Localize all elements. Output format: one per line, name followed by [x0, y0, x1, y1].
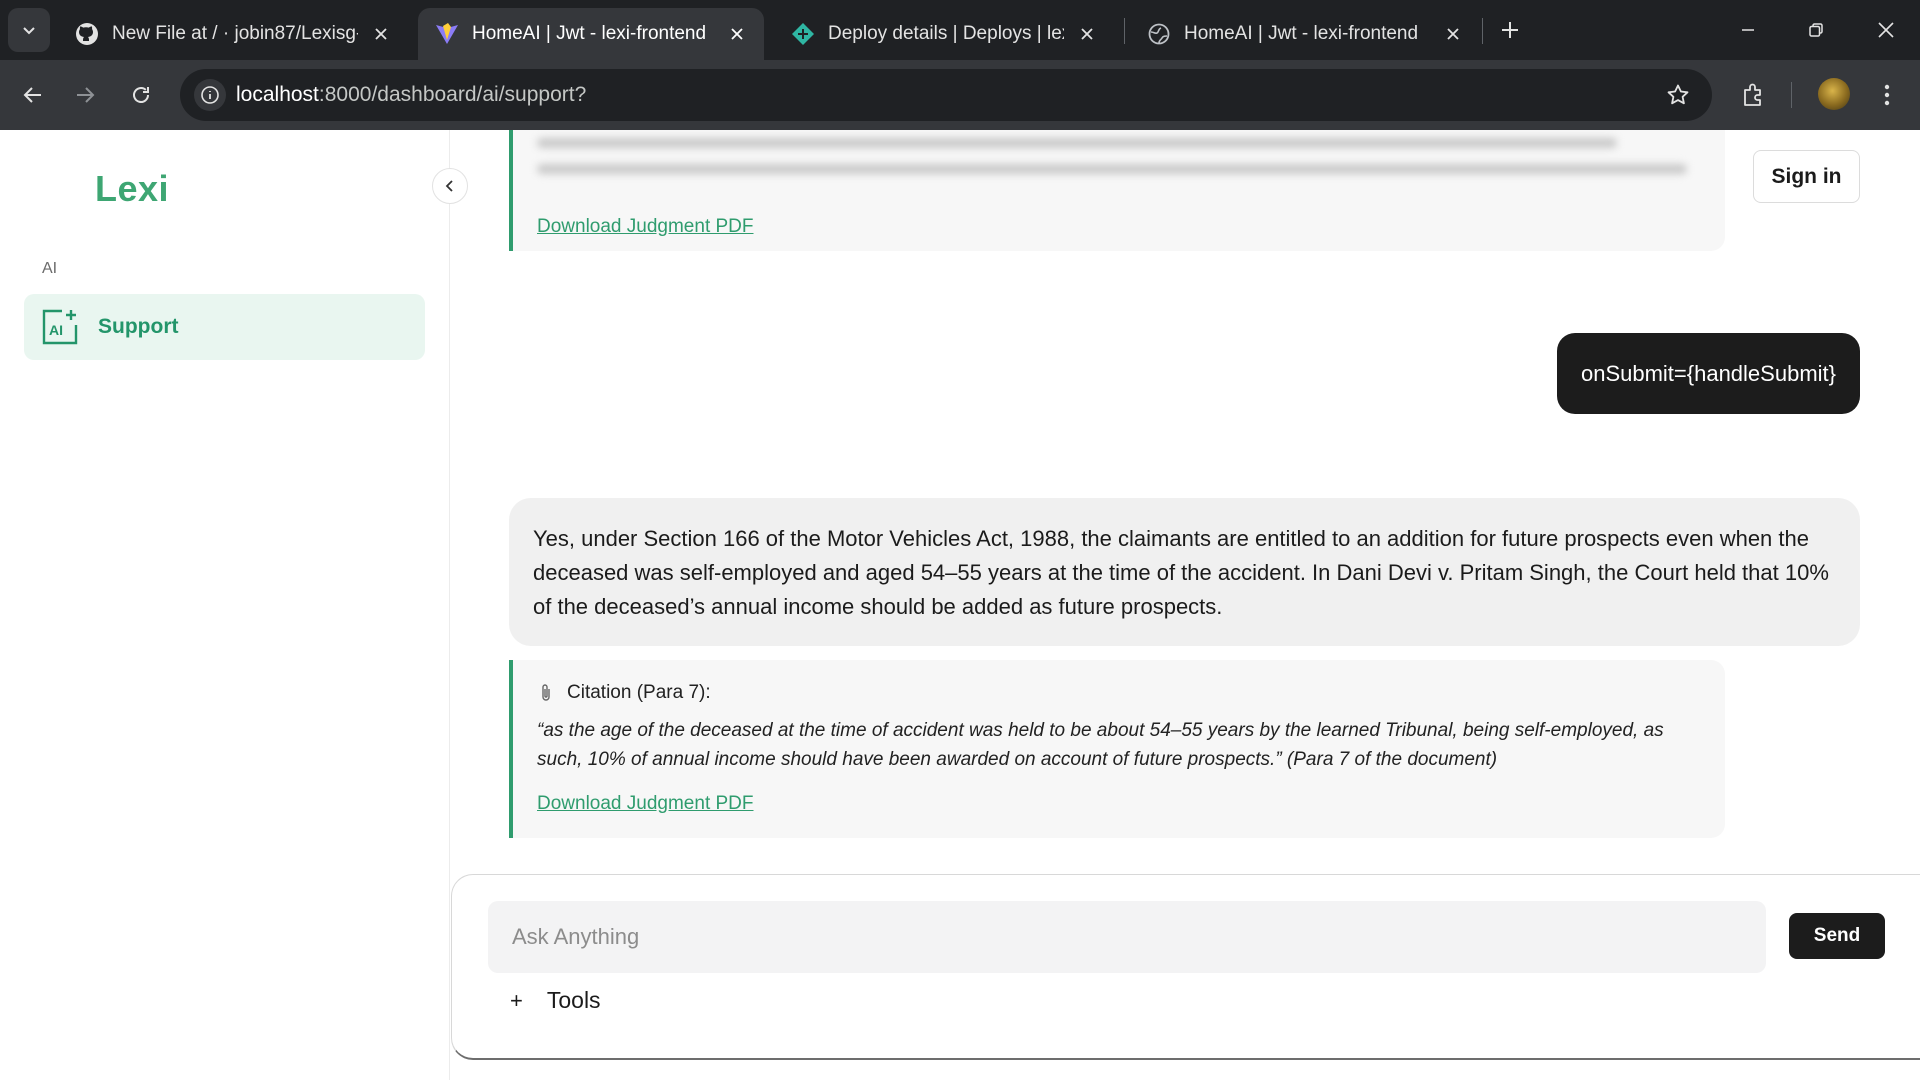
citation-heading: Citation (Para 7):: [537, 681, 711, 705]
close-window-button[interactable]: [1858, 6, 1914, 54]
citation-heading-text: Citation (Para 7):: [567, 682, 711, 703]
tools-button[interactable]: + Tools: [510, 987, 601, 1014]
address-bar[interactable]: localhost:8000/dashboard/ai/support?: [180, 69, 1712, 121]
tab-separator: [1124, 18, 1125, 44]
tab-title: HomeAI | Jwt - lexi-frontend: [472, 23, 707, 44]
sidebar-section-label: AI: [42, 260, 58, 277]
url-path: :8000/dashboard/ai/support?: [318, 83, 587, 106]
url-text: localhost:8000/dashboard/ai/support?: [236, 83, 586, 107]
minimize-button[interactable]: [1720, 6, 1776, 54]
arrow-left-icon: [23, 87, 41, 103]
tools-label: Tools: [546, 987, 601, 1013]
tab-title: Deploy details | Deploys | lexig: [828, 23, 1064, 44]
browser-tab-3[interactable]: Deploy details | Deploys | lexig: [774, 8, 1114, 60]
close-icon[interactable]: [370, 23, 392, 45]
forward-button[interactable]: [64, 74, 106, 116]
arrow-right-icon: [77, 87, 95, 103]
sidebar-item-label: Support: [98, 315, 179, 338]
extensions-icon[interactable]: [1737, 78, 1771, 112]
new-tab-button[interactable]: [1494, 14, 1526, 46]
chevron-left-icon: [445, 180, 453, 192]
download-judgment-link[interactable]: Download Judgment PDF: [537, 793, 754, 815]
tab-title: New File at / · jobin87/Lexisg-fr: [112, 23, 358, 44]
plus-icon: [1502, 22, 1518, 38]
browser-toolbar: localhost:8000/dashboard/ai/support?: [0, 60, 1920, 130]
close-icon: [1878, 22, 1894, 38]
site-info-icon[interactable]: [194, 79, 226, 111]
collapse-sidebar-button[interactable]: [432, 168, 468, 204]
reload-icon: [133, 87, 149, 103]
tab-search-button[interactable]: [8, 8, 50, 52]
browser-tab-strip: New File at / · jobin87/Lexisg-fr HomeAI…: [0, 0, 1920, 60]
sidebar-item-support[interactable]: AI Support: [24, 294, 425, 360]
ai-message-bubble: Yes, under Section 166 of the Motor Vehi…: [509, 498, 1860, 646]
close-icon[interactable]: [726, 23, 748, 45]
chevron-down-icon: [23, 27, 35, 35]
sign-in-button[interactable]: Sign in: [1753, 150, 1860, 203]
close-icon[interactable]: [1076, 23, 1098, 45]
download-judgment-link[interactable]: Download Judgment PDF: [537, 216, 754, 238]
paperclip-icon: [537, 681, 555, 705]
url-host: localhost: [236, 83, 319, 106]
ask-input[interactable]: [488, 901, 1766, 973]
browser-tab-4[interactable]: HomeAI | Jwt - lexi-frontend: [1130, 8, 1480, 60]
reload-button[interactable]: [120, 74, 162, 116]
svg-text:AI: AI: [49, 322, 63, 338]
plus-icon: +: [510, 987, 523, 1013]
sidebar: Lexi AI AI Support: [0, 130, 450, 1080]
toolbar-divider: [1791, 82, 1792, 108]
user-message-bubble: onSubmit={handleSubmit}: [1556, 333, 1860, 414]
globe-icon: [1146, 21, 1172, 47]
send-button[interactable]: Send: [1789, 913, 1885, 959]
netlify-icon: [790, 21, 816, 47]
profile-avatar[interactable]: [1818, 78, 1850, 110]
previous-citation-card: Download Judgment PDF: [509, 130, 1725, 251]
tab-separator: [1482, 18, 1483, 44]
more-menu-icon[interactable]: [1870, 78, 1904, 112]
chat-main: Download Judgment PDF Sign in onSubmit={…: [450, 130, 1920, 1080]
back-button[interactable]: [12, 74, 54, 116]
github-icon: [74, 21, 100, 47]
minimize-icon: [1742, 29, 1754, 31]
tab-title: HomeAI | Jwt - lexi-frontend: [1184, 23, 1419, 44]
brand-logo[interactable]: Lexi: [95, 168, 169, 210]
citation-card: Citation (Para 7): “as the age of the de…: [509, 660, 1725, 838]
browser-tab-2[interactable]: HomeAI | Jwt - lexi-frontend: [418, 8, 764, 60]
vite-icon: [434, 21, 460, 47]
browser-tab-1[interactable]: New File at / · jobin87/Lexisg-fr: [58, 8, 408, 60]
close-icon[interactable]: [1442, 23, 1464, 45]
ai-sparkle-icon: AI: [42, 309, 78, 345]
chat-composer: Send + Tools: [451, 874, 1920, 1060]
blurred-previous-text: [537, 138, 1687, 190]
bookmark-star-icon[interactable]: [1664, 81, 1692, 109]
restore-button[interactable]: [1788, 6, 1844, 54]
citation-quote: “as the age of the deceased at the time …: [537, 720, 1664, 770]
restore-icon: [1809, 23, 1823, 37]
